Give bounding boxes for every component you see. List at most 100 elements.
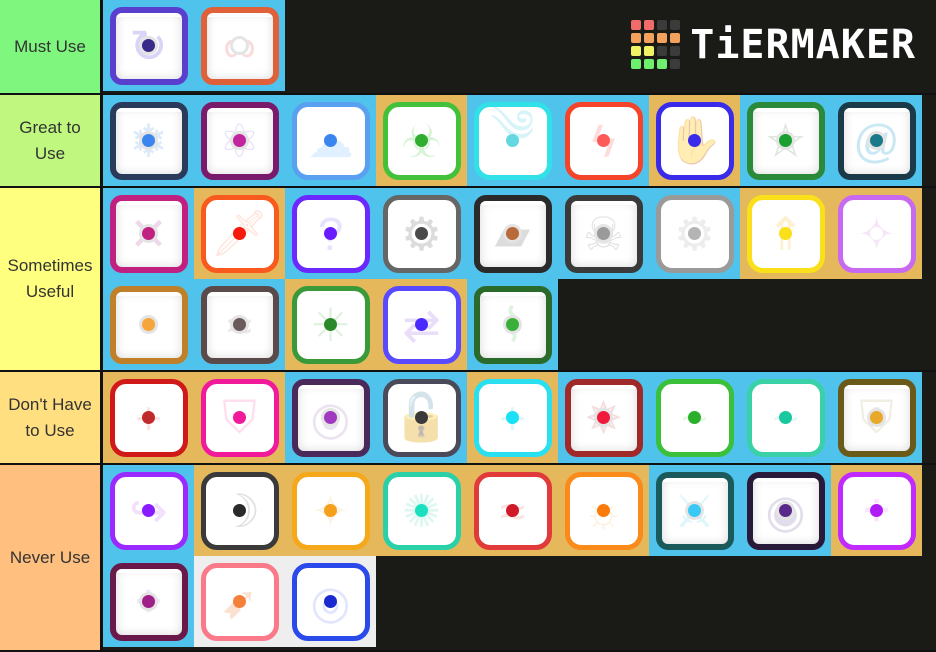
logo-grid-cell: [644, 46, 655, 56]
orb-center-dot-icon: [415, 318, 428, 331]
tier-item-broken-shield-orb[interactable]: ⛉: [194, 372, 285, 463]
orb-center-dot-icon: [870, 227, 883, 240]
tier-item-cloud-orb[interactable]: ☁: [285, 95, 376, 186]
orb-center-dot-icon: [142, 595, 155, 608]
tier-item-red-cross-orb[interactable]: +: [103, 372, 194, 463]
biohazard-orb-icon: ☣: [382, 101, 461, 180]
orb-center-dot-icon: [324, 411, 337, 424]
orb-center-dot-icon: [233, 318, 246, 331]
retry-orb-icon: ↻: [109, 6, 188, 85]
tier-item-retry-orb[interactable]: ↻: [103, 0, 194, 91]
tier-item-bubble-orb[interactable]: ◎: [285, 556, 376, 647]
tier-item-magenta-spark-orb[interactable]: ⁘: [831, 465, 922, 556]
tier-item-pentagram-orb[interactable]: ⛤: [740, 95, 831, 186]
tier-item-prism-orb[interactable]: ✦: [831, 188, 922, 279]
tier-item-shadow-eye-orb[interactable]: ◉: [740, 465, 831, 556]
tier-item-rising-arrows-orb[interactable]: ⇑: [740, 188, 831, 279]
orange-shatter-orb-icon: ✧: [291, 471, 370, 550]
tier-label[interactable]: Great to Use: [0, 95, 103, 186]
tier-item-syringe-orb[interactable]: ✕: [103, 188, 194, 279]
tier-item-white-gear-orb[interactable]: ⚙: [649, 188, 740, 279]
logo-grid-cell: [670, 59, 681, 69]
orb-center-dot-icon: [142, 227, 155, 240]
tier-item-swap-orb[interactable]: ⇄: [376, 279, 467, 370]
teal-splash-orb-icon: ✺: [382, 471, 461, 550]
tier-item-snowflake-orb[interactable]: ❄: [103, 95, 194, 186]
tier-row: Don't Have to Use+⛉◎🔓+✵~~⛨: [0, 372, 936, 465]
tier-label[interactable]: Never Use: [0, 465, 103, 650]
tier-item-teal-splash-orb[interactable]: ✺: [376, 465, 467, 556]
tier-item-berry-orb[interactable]: ⁘: [103, 556, 194, 647]
berry-orb-icon: ⁘: [109, 562, 188, 641]
purple-arrows-orb-icon: ↪: [109, 471, 188, 550]
tier-label[interactable]: Must Use: [0, 0, 103, 93]
green-slime-orb-icon: ~: [655, 378, 734, 457]
orb-center-dot-icon: [870, 411, 883, 424]
tier-item-vortex-orb[interactable]: @: [831, 95, 922, 186]
orb-center-dot-icon: [597, 411, 610, 424]
tier-item-skull-orb[interactable]: ☠: [558, 188, 649, 279]
tier-item-teal-wave-orb[interactable]: ~: [740, 372, 831, 463]
lightning-orb-icon: ϟ: [564, 101, 643, 180]
teal-wave-orb-icon: ~: [746, 378, 825, 457]
rising-arrows-orb-icon: ⇑: [746, 194, 825, 273]
tier-item-bow-arrow-orb[interactable]: ➹: [194, 556, 285, 647]
question-orb-icon: ?: [291, 194, 370, 273]
tier-item-green-slime-orb[interactable]: ~: [649, 372, 740, 463]
orb-center-dot-icon: [324, 504, 337, 517]
tier-label[interactable]: Don't Have to Use: [0, 372, 103, 463]
tier-item-purple-arrows-orb[interactable]: ↪: [103, 465, 194, 556]
tier-item-golden-dust-orb[interactable]: ·: [103, 279, 194, 370]
orb-center-dot-icon: [233, 227, 246, 240]
tier-item-holy-shield-orb[interactable]: ⛨: [831, 372, 922, 463]
tier-item-question-orb[interactable]: ?: [285, 188, 376, 279]
logo-grid-cell: [631, 20, 642, 30]
swirl-orb-icon: ༄: [473, 101, 552, 180]
sword-burst-orb-icon: 🗡: [200, 194, 279, 273]
orb-center-dot-icon: [506, 227, 519, 240]
cyan-cross-orb-icon: +: [473, 378, 552, 457]
tier-item-unlock-orb[interactable]: 🔓: [376, 372, 467, 463]
orb-center-dot-icon: [779, 504, 792, 517]
orb-center-dot-icon: [415, 227, 428, 240]
orb-center-dot-icon: [506, 504, 519, 517]
logo-text: TiERMAKER: [690, 21, 916, 68]
logo-grid-cell: [631, 33, 642, 43]
orb-center-dot-icon: [324, 595, 337, 608]
scythe-orb-icon: ☽: [200, 471, 279, 550]
tier-item-gears-orb[interactable]: ⚙: [376, 188, 467, 279]
tier-item-orange-shatter-orb[interactable]: ✧: [285, 465, 376, 556]
tier-item-infinity-orb[interactable]: ∞: [194, 0, 285, 91]
tier-label[interactable]: Sometimes Useful: [0, 188, 103, 370]
syringe-orb-icon: ✕: [109, 194, 188, 273]
tier-item-purple-ring-orb[interactable]: ◎: [285, 372, 376, 463]
tier-item-gray-wind-orb[interactable]: ≈: [194, 279, 285, 370]
tier-item-sun-orb[interactable]: ☼: [558, 465, 649, 556]
red-smoke-orb-icon: ≈: [473, 471, 552, 550]
tier-item-swirl-orb[interactable]: ༄: [467, 95, 558, 186]
orb-center-dot-icon: [779, 227, 792, 240]
tier-item-pistol-orb[interactable]: ▰: [467, 188, 558, 279]
broken-shield-orb-icon: ⛉: [200, 378, 279, 457]
tier-item-scythe-orb[interactable]: ☽: [194, 465, 285, 556]
logo-grid-cell: [657, 46, 668, 56]
tier-item-cyan-cross-orb[interactable]: +: [467, 372, 558, 463]
tier-items: +⛉◎🔓+✵~~⛨: [103, 372, 936, 463]
tier-item-healing-hands-orb[interactable]: ✋: [649, 95, 740, 186]
compass-orb-icon: ✵: [564, 378, 643, 457]
orb-center-dot-icon: [870, 504, 883, 517]
bubble-orb-icon: ◎: [291, 562, 370, 641]
tier-item-biohazard-orb[interactable]: ☣: [376, 95, 467, 186]
orb-center-dot-icon: [597, 134, 610, 147]
tier-item-lightning-orb[interactable]: ϟ: [558, 95, 649, 186]
tier-item-ice-sword-orb[interactable]: ⚔: [649, 465, 740, 556]
tier-item-sword-burst-orb[interactable]: 🗡: [194, 188, 285, 279]
orb-center-dot-icon: [415, 134, 428, 147]
tier-item-vine-orb[interactable]: ⌇: [467, 279, 558, 370]
tier-item-compass-orb[interactable]: ✵: [558, 372, 649, 463]
tier-item-atom-orb[interactable]: ⚛: [194, 95, 285, 186]
tier-item-thorn-orb[interactable]: ✳: [285, 279, 376, 370]
tiermaker-logo[interactable]: TiERMAKER: [631, 20, 916, 69]
orb-center-dot-icon: [142, 39, 155, 52]
tier-item-red-smoke-orb[interactable]: ≈: [467, 465, 558, 556]
